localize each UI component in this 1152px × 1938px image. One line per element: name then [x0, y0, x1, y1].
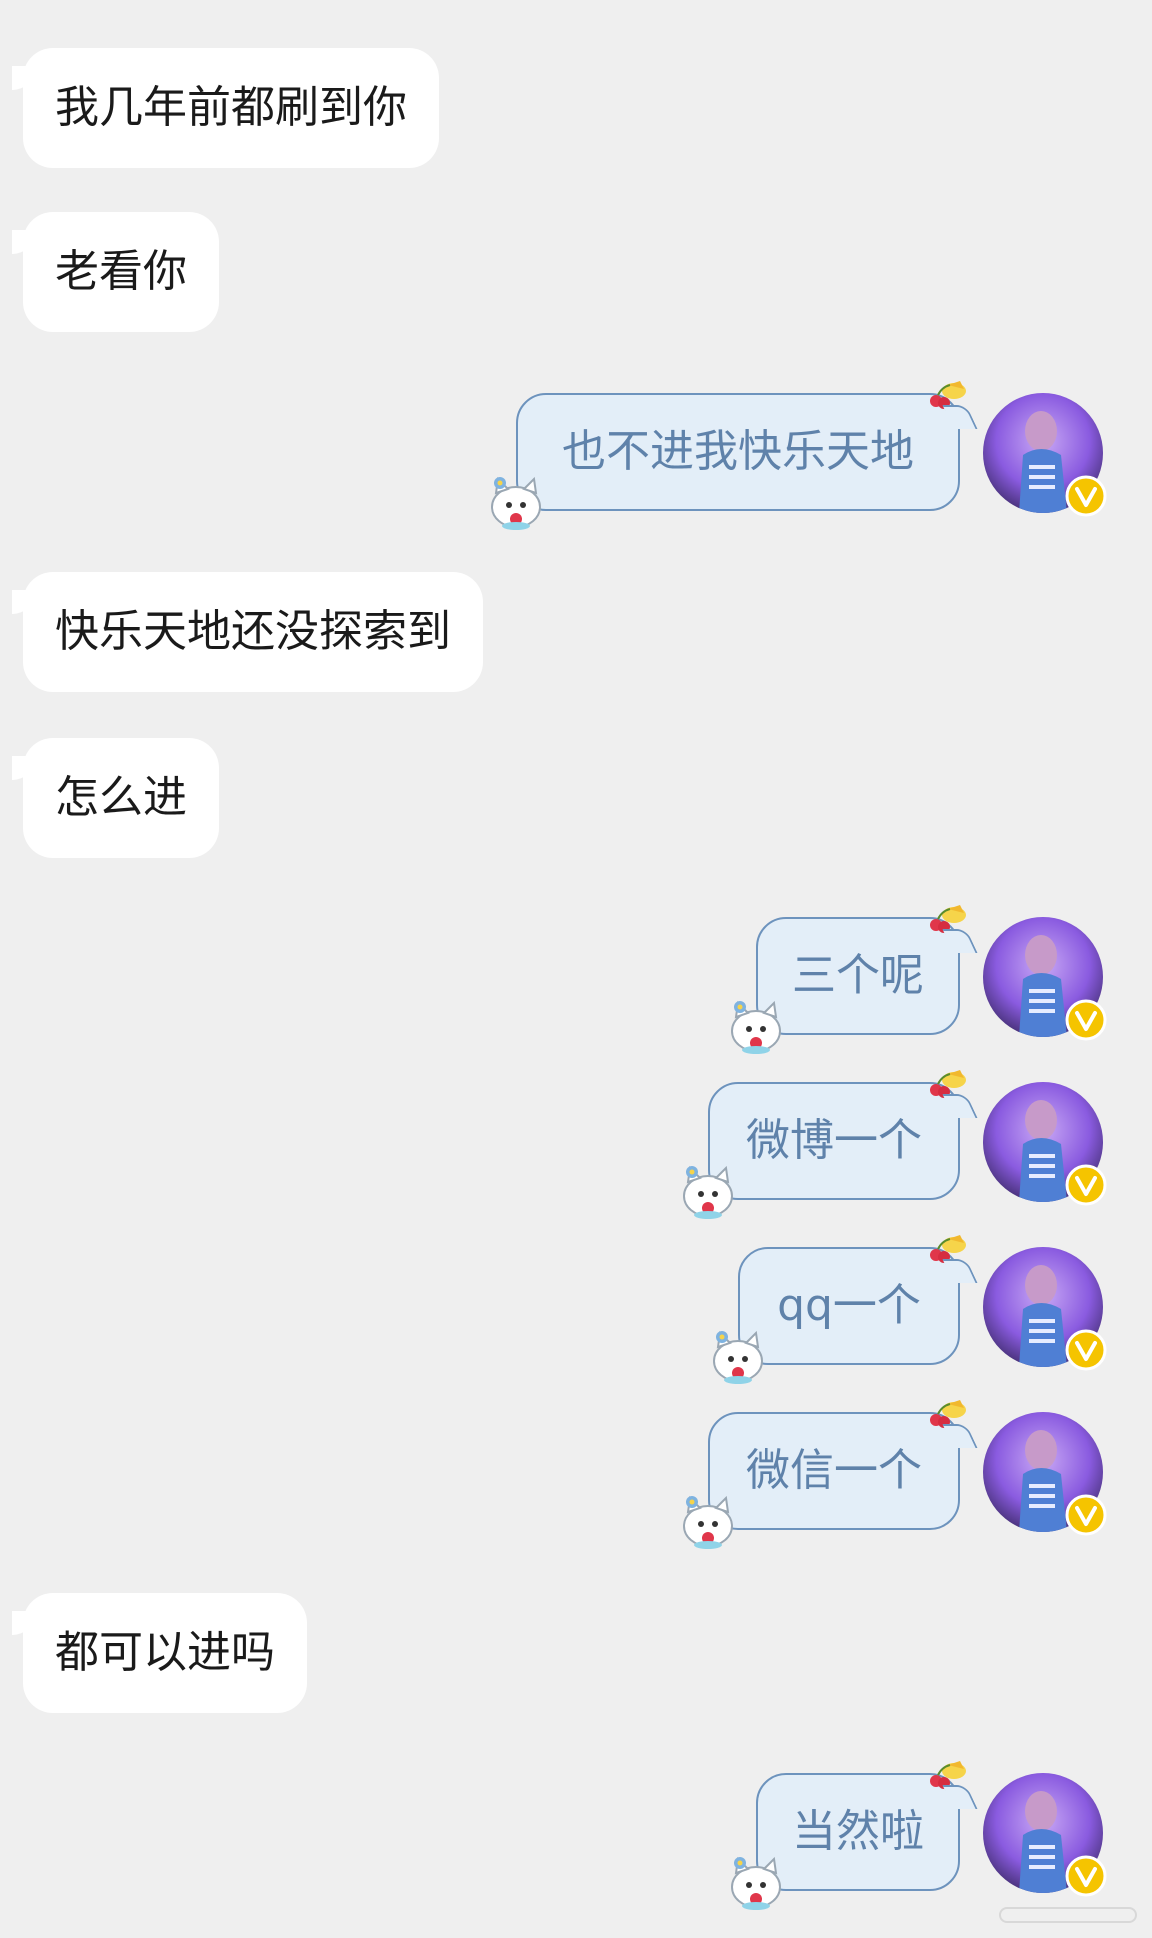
message-text: 三个呢 [792, 950, 924, 1001]
message-text: 微博一个 [746, 1115, 922, 1166]
cat-sticker-icon [713, 1330, 763, 1384]
vip-badge-icon [1065, 1164, 1107, 1206]
user-avatar[interactable] [983, 917, 1107, 1041]
fruit-decoration-icon [930, 381, 966, 409]
vip-badge-icon [1065, 999, 1107, 1041]
user-avatar[interactable] [983, 1412, 1107, 1536]
message-text: 都可以进吗 [55, 1627, 275, 1678]
fruit-decoration-icon [930, 1761, 966, 1789]
message-text: 我几年前都刷到你 [55, 82, 407, 133]
user-avatar[interactable] [983, 1247, 1107, 1371]
vip-badge-icon [1065, 475, 1107, 517]
user-avatar[interactable] [983, 1773, 1107, 1897]
cat-sticker-icon [491, 476, 541, 530]
fruit-decoration-icon [930, 1400, 966, 1428]
fruit-decoration-icon [930, 1070, 966, 1098]
message-text: 也不进我快乐天地 [562, 426, 914, 477]
cat-sticker-icon [683, 1495, 733, 1549]
vip-badge-icon [1065, 1329, 1107, 1371]
message-text: 快乐天地还没探索到 [55, 606, 451, 657]
vip-badge-icon [1065, 1855, 1107, 1897]
message-text: 当然啦 [792, 1806, 924, 1857]
message-text: 老看你 [55, 246, 187, 297]
message-bubble-left[interactable]: 怎么进 [12, 738, 219, 858]
message-bubble-left[interactable]: 快乐天地还没探索到 [12, 572, 483, 692]
vip-badge-icon [1065, 1494, 1107, 1536]
message-text: 微信一个 [746, 1445, 922, 1496]
fruit-decoration-icon [930, 905, 966, 933]
message-bubble-right[interactable]: 也不进我快乐天地 [491, 381, 966, 530]
cat-sticker-icon [683, 1165, 733, 1219]
message-bubble-left[interactable]: 老看你 [12, 212, 219, 332]
message-bubble-right[interactable]: 三个呢 [731, 905, 966, 1054]
user-avatar[interactable] [983, 1082, 1107, 1206]
user-avatar[interactable] [983, 393, 1107, 517]
message-bubble-right[interactable]: qq一个 [713, 1235, 966, 1384]
message-text: 怎么进 [55, 772, 187, 823]
message-bubble-right[interactable]: 微博一个 [683, 1070, 966, 1219]
message-text: qq一个 [777, 1280, 921, 1331]
message-bubble-left[interactable]: 我几年前都刷到你 [12, 48, 439, 168]
fruit-decoration-icon [930, 1235, 966, 1263]
message-bubble-right[interactable]: 微信一个 [683, 1400, 966, 1549]
watermark-mark [999, 1907, 1137, 1923]
message-bubble-left[interactable]: 都可以进吗 [12, 1593, 307, 1713]
message-bubble-right[interactable]: 当然啦 [731, 1761, 966, 1910]
cat-sticker-icon [731, 1856, 781, 1910]
cat-sticker-icon [731, 1000, 781, 1054]
chat-window: 我几年前都刷到你 老看你 也不进我快乐天地 快乐天地还没探索到 怎么进 三个呢 … [0, 0, 1152, 1938]
